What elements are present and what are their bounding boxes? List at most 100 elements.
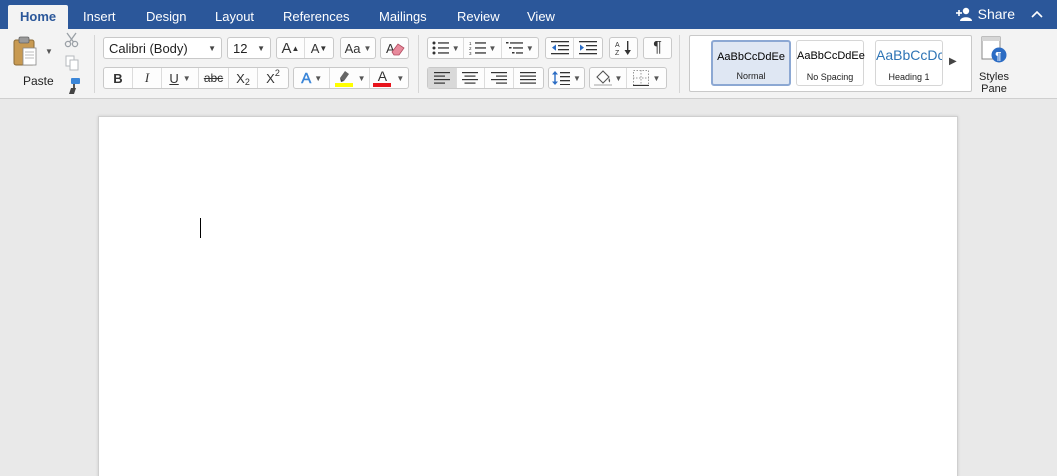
tab-home[interactable]: Home <box>8 5 69 29</box>
document-canvas[interactable] <box>0 100 1057 476</box>
strikethrough-button[interactable]: abc <box>199 68 229 88</box>
styles-next-arrow-icon[interactable]: ▶ <box>949 56 957 67</box>
font-color-button[interactable]: A ▼ <box>370 68 408 88</box>
copy-icon <box>65 55 79 71</box>
subscript-button[interactable]: X2 <box>229 68 258 88</box>
shrink-font-button[interactable]: A ▼ <box>305 38 333 58</box>
styles-pane-button[interactable]: ¶ Styles Pane <box>976 35 1012 97</box>
format-painter-button[interactable] <box>63 77 81 95</box>
styles-pane-icon: ¶ <box>981 36 1007 63</box>
share-button[interactable]: Share <box>955 6 1015 22</box>
numbering-button[interactable]: 1 2 3 ▼ <box>464 38 502 58</box>
tab-review[interactable]: Review <box>445 5 512 29</box>
borders-icon <box>632 70 649 86</box>
sort-button[interactable]: A Z <box>609 37 638 59</box>
add-person-icon <box>955 7 972 21</box>
collapse-ribbon-button[interactable] <box>1031 6 1043 21</box>
decrease-indent-button[interactable] <box>546 38 575 58</box>
scissors-icon <box>64 32 79 48</box>
shading-border-buttons: ▼ ▼ <box>589 67 667 89</box>
list-buttons: ▼ 1 2 3 ▼ ▼ <box>427 37 539 59</box>
italic-button[interactable]: I <box>133 68 162 88</box>
grow-font-button[interactable]: A ▲ <box>277 38 306 58</box>
chevron-down-icon: ▼ <box>573 73 581 83</box>
tab-mailings[interactable]: Mailings <box>367 5 439 29</box>
chevron-down-icon: ▼ <box>182 73 191 83</box>
text-effects-label: A <box>301 69 312 87</box>
sort-icon: A Z <box>615 41 631 56</box>
chevron-down-icon: ▼ <box>614 73 623 83</box>
borders-button[interactable]: ▼ <box>627 68 666 88</box>
show-formatting-marks-button[interactable]: ¶ <box>643 37 672 59</box>
superscript-mark: 2 <box>274 68 280 78</box>
style-no-spacing[interactable]: AaBbCcDdEe No Spacing <box>796 40 865 86</box>
separator <box>94 35 95 93</box>
style-name: No Spacing <box>806 72 854 82</box>
font-name-dropdown[interactable]: Calibri (Body) ▼ <box>103 37 222 59</box>
style-normal[interactable]: AaBbCcDdEe Normal <box>711 40 791 86</box>
chevron-down-icon: ▼ <box>525 43 534 53</box>
align-center-icon <box>462 72 479 84</box>
shading-button[interactable]: ▼ <box>590 68 628 88</box>
change-case-label: Aa <box>344 40 361 56</box>
ribbon-tab-bar: Home Insert Design Layout References Mai… <box>0 0 1057 29</box>
line-spacing-button[interactable]: ▼ <box>548 67 585 89</box>
multilevel-list-button[interactable]: ▼ <box>502 38 538 58</box>
underline-button[interactable]: U ▼ <box>162 68 199 88</box>
chevron-down-icon: ▼ <box>257 44 265 53</box>
chevron-down-icon: ▼ <box>314 73 323 83</box>
paste-button[interactable]: ▼ Paste <box>8 33 54 95</box>
separator <box>679 35 680 93</box>
style-sample: AaBbCcDc <box>876 47 942 63</box>
styles-gallery: AaBbCcDdEe Normal AaBbCcDdEe No Spacing … <box>689 35 972 92</box>
clear-formatting-button[interactable]: A <box>380 37 409 59</box>
text-effects-button[interactable]: A ▼ <box>294 68 331 88</box>
clipboard-icon <box>13 36 37 66</box>
tab-view[interactable]: View <box>515 5 567 29</box>
style-name: Normal <box>736 71 766 81</box>
font-size-dropdown[interactable]: 12 ▼ <box>227 37 271 59</box>
paste-options-caret[interactable]: ▼ <box>45 47 53 56</box>
align-left-button[interactable] <box>428 68 457 88</box>
styles-pane-label-line-1: Styles <box>979 71 1009 83</box>
indent-buttons <box>545 37 603 59</box>
align-right-icon <box>490 72 507 84</box>
chevron-down-icon: ▼ <box>363 43 372 53</box>
line-spacing-icon <box>552 71 571 85</box>
paste-label: Paste <box>23 74 54 88</box>
tab-design[interactable]: Design <box>134 5 198 29</box>
bullets-button[interactable]: ▼ <box>428 38 465 58</box>
superscript-button[interactable]: X2 <box>258 68 288 88</box>
cut-button[interactable] <box>64 32 80 48</box>
align-right-button[interactable] <box>485 68 514 88</box>
chevron-down-icon: ▼ <box>451 43 460 53</box>
tab-references[interactable]: References <box>271 5 361 29</box>
copy-button[interactable] <box>64 55 80 71</box>
increase-indent-button[interactable] <box>574 38 602 58</box>
change-case-button[interactable]: Aa ▼ <box>340 37 376 59</box>
align-left-icon <box>433 72 450 84</box>
text-format-buttons: B I U ▼ abc X2 X2 <box>103 67 289 89</box>
decrease-indent-icon <box>550 41 569 55</box>
tab-layout[interactable]: Layout <box>203 5 266 29</box>
multilevel-list-icon <box>505 42 523 54</box>
bold-button[interactable]: B <box>104 68 133 88</box>
tab-insert[interactable]: Insert <box>71 5 128 29</box>
subscript-mark: 2 <box>244 77 250 87</box>
ribbon-home: ▼ Paste Calibri (Body) ▼ 12 ▼ A ▲ A ▼ Aa… <box>0 29 1057 99</box>
justify-button[interactable] <box>514 68 543 88</box>
svg-text:¶: ¶ <box>995 51 1001 63</box>
style-heading-1[interactable]: AaBbCcDc Heading 1 <box>875 40 943 86</box>
eraser-icon: A <box>386 41 405 56</box>
underline-label: U <box>169 70 179 86</box>
grow-font-label: A <box>281 39 292 57</box>
document-page[interactable] <box>98 116 958 476</box>
chevron-up-icon <box>1031 10 1043 18</box>
highlight-button[interactable]: ▼ <box>330 68 370 88</box>
chevron-down-icon: ▼ <box>357 73 366 83</box>
font-name-value: Calibri (Body) <box>109 40 188 56</box>
align-center-button[interactable] <box>457 68 486 88</box>
font-size-value: 12 <box>233 40 248 56</box>
increase-indent-icon <box>579 41 597 55</box>
svg-text:A: A <box>615 42 620 49</box>
